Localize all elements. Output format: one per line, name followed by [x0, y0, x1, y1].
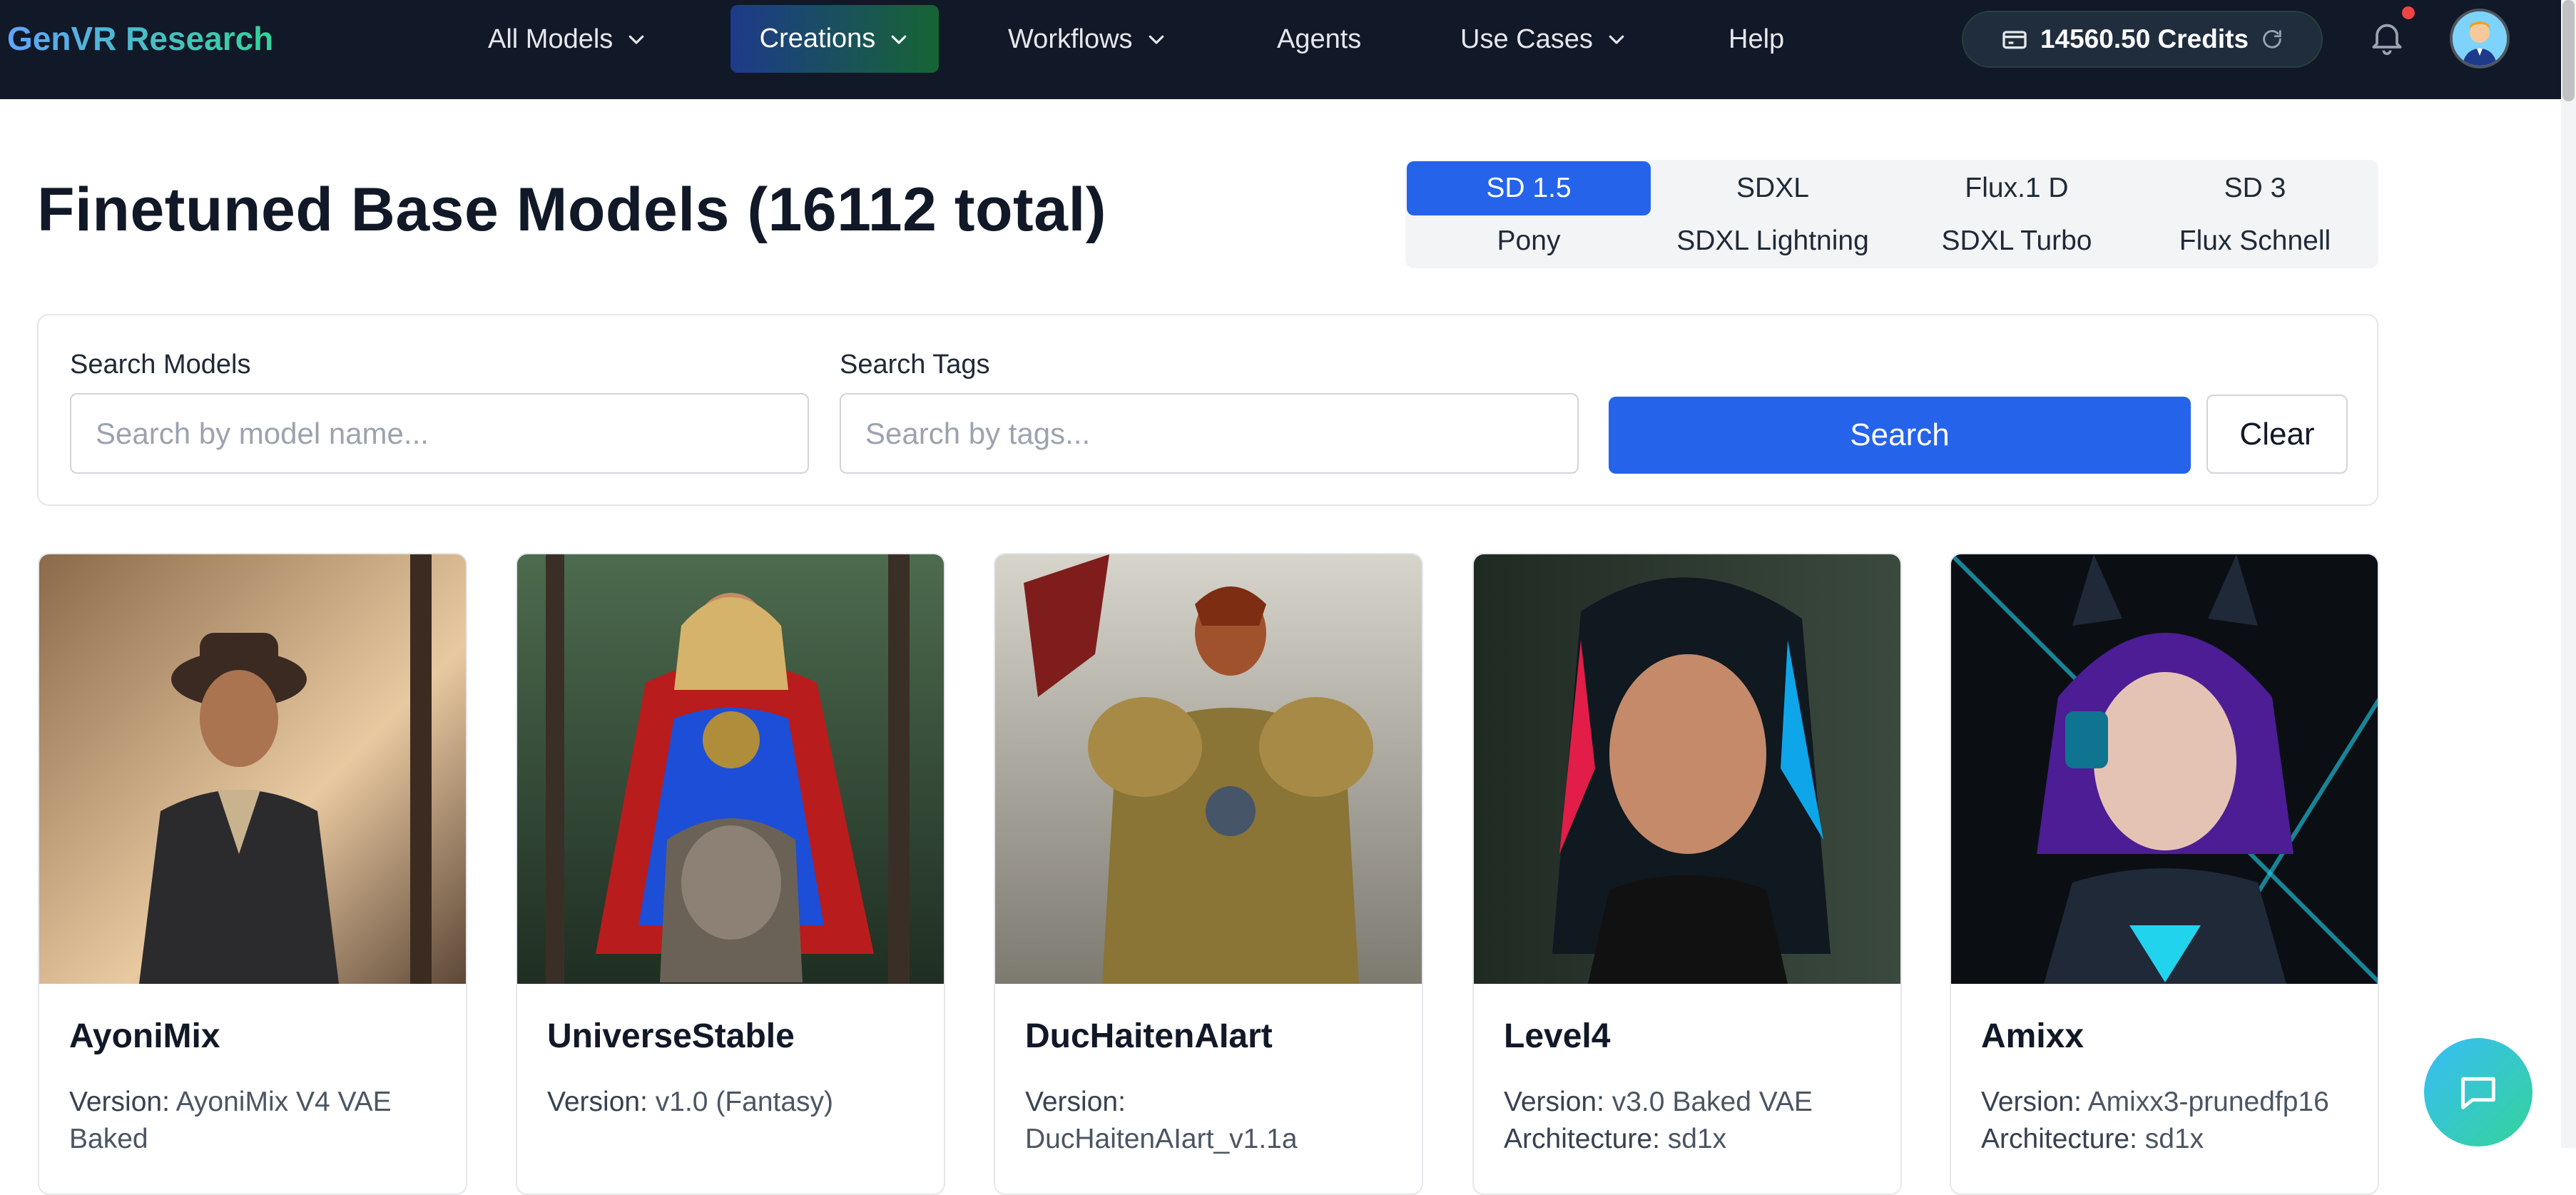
architecture-value: sd1x: [1667, 1124, 1727, 1154]
nav-use-cases[interactable]: Use Cases: [1460, 0, 1627, 78]
version-label: Version:: [1504, 1087, 1604, 1117]
top-navbar: GenVR Research All Models Creations Work…: [0, 0, 2576, 99]
base-option-sd3[interactable]: SD 3: [2133, 161, 2377, 215]
base-option-sd15[interactable]: SD 1.5: [1407, 161, 1651, 215]
wallet-icon: [2002, 31, 2027, 49]
scrollbar-track[interactable]: [2561, 0, 2576, 1148]
base-option-sdxl-turbo[interactable]: SDXL Turbo: [1895, 214, 2139, 268]
model-card[interactable]: Level4 Version: v3.0 Baked VAE Architect…: [1472, 553, 1902, 1195]
nav-all-models[interactable]: All Models: [488, 0, 647, 78]
model-thumbnail: [517, 554, 944, 984]
base-option-flux-schnell[interactable]: Flux Schnell: [2133, 214, 2377, 268]
model-meta: Version: v1.0 (Fantasy): [547, 1084, 925, 1121]
version-value: DucHaitenAIart_v1.1a: [1025, 1124, 1298, 1154]
nav-creations[interactable]: Creations: [730, 5, 939, 73]
page-title: Finetuned Base Models (16112 total): [37, 176, 1106, 244]
model-meta: Version: DucHaitenAIart_v1.1a: [1025, 1084, 1403, 1158]
model-name: DucHaitenAIart: [1025, 1017, 1273, 1055]
model-thumbnail: [995, 554, 1422, 984]
search-models-label: Search Models: [70, 350, 251, 380]
model-name: AyoniMix: [69, 1017, 220, 1055]
clear-button[interactable]: Clear: [2206, 395, 2348, 474]
version-value: v1.0 (Fantasy): [655, 1087, 834, 1117]
model-meta: Version: AyoniMix V4 VAE Baked: [69, 1084, 447, 1158]
nav-help[interactable]: Help: [1729, 0, 1784, 78]
model-thumbnail: [1474, 554, 1900, 984]
refresh-icon[interactable]: [2260, 27, 2284, 51]
base-option-sdxl-lightning[interactable]: SDXL Lightning: [1651, 214, 1895, 268]
user-avatar[interactable]: [2450, 9, 2510, 68]
base-model-switcher: SD 1.5 SDXL Flux.1 D SD 3 Pony SDXL Ligh…: [1405, 160, 2378, 268]
model-card[interactable]: UniverseStable Version: v1.0 (Fantasy): [516, 553, 945, 1195]
base-option-pony[interactable]: Pony: [1407, 214, 1651, 268]
nav-workflows[interactable]: Workflows: [1008, 0, 1167, 78]
model-name: Level4: [1504, 1017, 1611, 1055]
search-tags-label: Search Tags: [840, 350, 990, 380]
nav-help-label: Help: [1729, 24, 1785, 54]
architecture-value: sd1x: [2144, 1124, 2204, 1154]
chevron-down-icon: [1609, 35, 1624, 44]
base-option-flux1d[interactable]: Flux.1 D: [1895, 161, 2139, 215]
chevron-down-icon: [628, 35, 644, 44]
model-card[interactable]: AyoniMix Version: AyoniMix V4 VAE Baked: [38, 553, 467, 1195]
chevron-down-icon: [892, 35, 907, 44]
credits-amount: 14560.50 Credits: [2040, 24, 2249, 54]
nav-creations-label: Creations: [759, 24, 876, 54]
scrollbar-thumb[interactable]: [2562, 0, 2575, 101]
search-button[interactable]: Search: [1609, 397, 2191, 474]
model-name: Amixx: [1981, 1017, 2084, 1055]
credits-badge[interactable]: 14560.50 Credits: [1962, 11, 2323, 68]
brand-logo[interactable]: GenVR Research: [7, 19, 273, 58]
model-meta: Version: Amixx3-prunedfp16 Architecture:…: [1981, 1084, 2359, 1158]
chat-icon: [2461, 1077, 2495, 1109]
version-value: Amixx3-prunedfp16: [2087, 1087, 2329, 1117]
version-label: Version:: [547, 1087, 648, 1117]
nav-agents-label: Agents: [1277, 24, 1362, 54]
search-models-input[interactable]: [70, 393, 809, 474]
search-tags-input[interactable]: [840, 393, 1579, 474]
notification-dot: [2402, 6, 2415, 19]
nav-workflows-label: Workflows: [1008, 24, 1133, 54]
bell-icon[interactable]: [2367, 16, 2407, 59]
model-card[interactable]: DucHaitenAIart Version: DucHaitenAIart_v…: [994, 553, 1423, 1195]
version-label: Version:: [69, 1087, 170, 1117]
model-thumbnail: [39, 554, 466, 984]
nav-use-cases-label: Use Cases: [1460, 24, 1593, 54]
version-label: Version:: [1025, 1087, 1126, 1117]
base-option-sdxl[interactable]: SDXL: [1651, 161, 1895, 215]
model-card[interactable]: Amixx Version: Amixx3-prunedfp16 Archite…: [1950, 553, 2379, 1195]
version-label: Version:: [1981, 1087, 2082, 1117]
model-thumbnail: [1951, 554, 2378, 984]
nav-agents[interactable]: Agents: [1277, 0, 1361, 78]
version-value: v3.0 Baked VAE: [1612, 1087, 1813, 1117]
chat-button[interactable]: [2424, 1038, 2532, 1146]
model-meta: Version: v3.0 Baked VAE Architecture: sd…: [1504, 1084, 1882, 1158]
nav-all-models-label: All Models: [488, 24, 614, 54]
chevron-down-icon: [1149, 35, 1164, 44]
avatar-icon: [2453, 11, 2507, 66]
architecture-label: Architecture:: [1981, 1124, 2137, 1154]
architecture-label: Architecture:: [1504, 1124, 1660, 1154]
model-name: UniverseStable: [547, 1017, 795, 1055]
